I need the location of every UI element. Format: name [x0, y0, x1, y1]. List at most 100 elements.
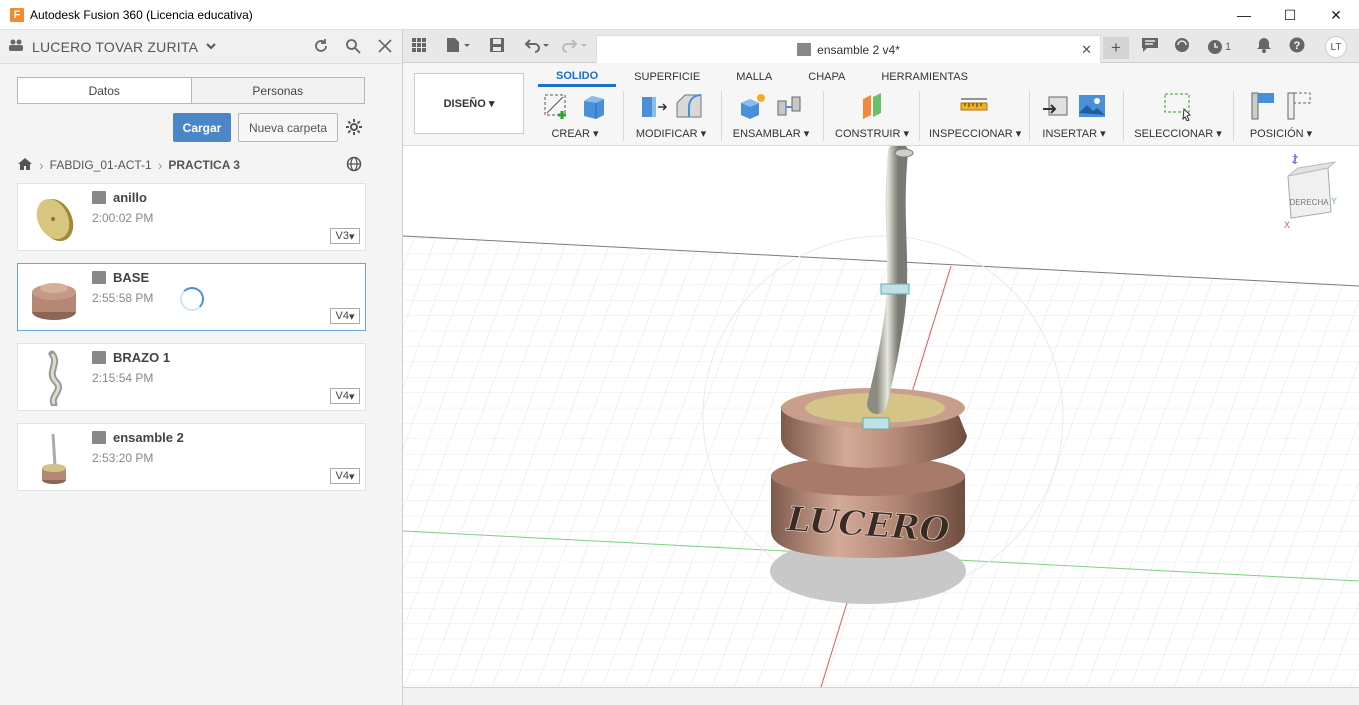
chevron-down-icon[interactable]	[206, 41, 216, 53]
document-title: ensamble 2 v4*	[817, 42, 900, 57]
data-panel-tabs: Datos Personas	[17, 77, 365, 104]
version-dropdown[interactable]: V3 ▾	[330, 228, 360, 244]
file-menu-icon[interactable]	[445, 37, 471, 57]
file-thumbnail	[26, 270, 82, 326]
close-window-button[interactable]: ✕	[1313, 0, 1359, 30]
toolbar-separator	[1029, 91, 1030, 141]
document-tabs-bar: ensamble 2 v4* ✕ + 1 ? LT	[403, 30, 1359, 63]
group-modificar[interactable]: MODIFICAR ▾	[633, 89, 709, 144]
group-crear[interactable]: CREAR ▾	[537, 89, 613, 144]
breadcrumb-folder: PRACTICA 3	[168, 158, 240, 172]
ribbon-toolbar: DISEÑO ▾ SOLIDO SUPERFICIE MALLA CHAPA H…	[403, 63, 1359, 146]
tab-chapa[interactable]: CHAPA	[790, 67, 863, 87]
group-insertar[interactable]: INSERTAR ▾	[1037, 89, 1111, 144]
refresh-icon[interactable]	[312, 37, 330, 55]
toolbar-separator	[1123, 91, 1124, 141]
group-label: CONSTRUIR ▾	[835, 128, 909, 140]
capture-position-icon	[1251, 92, 1274, 120]
close-tab-icon[interactable]: ✕	[1081, 42, 1092, 58]
team-name[interactable]: LUCERO TOVAR ZURITA	[32, 39, 198, 55]
home-icon[interactable]	[17, 157, 33, 174]
design-canvas[interactable]: LUCERO DERECHA Z Y X	[403, 146, 1359, 687]
view-cube[interactable]: DERECHA Z Y X	[1284, 154, 1337, 230]
file-name: ensamble 2	[113, 430, 184, 445]
timeline-bar[interactable]	[403, 687, 1359, 705]
new-component-icon	[741, 94, 765, 119]
new-folder-button[interactable]: Nueva carpeta	[238, 113, 338, 142]
notifications-icon[interactable]	[1256, 37, 1272, 57]
group-label: ENSAMBLAR ▾	[732, 128, 810, 140]
version-dropdown[interactable]: V4 ▾	[330, 308, 360, 324]
workspace-selector[interactable]: DISEÑO ▾	[414, 73, 524, 134]
title-bar: F Autodesk Fusion 360 (Licencia educativ…	[0, 0, 1359, 30]
group-inspeccionar[interactable]: INSPECCIONAR ▾	[929, 89, 1021, 144]
group-label: POSICIÓN ▾	[1249, 128, 1313, 140]
file-time: 2:53:20 PM	[92, 451, 154, 465]
group-label: SELECCIONAR ▾	[1134, 128, 1222, 140]
version-dropdown[interactable]: V4 ▾	[330, 388, 360, 404]
file-card-brazo[interactable]: BRAZO 1 2:15:54 PM V4 ▾	[17, 343, 366, 411]
tab-solido[interactable]: SOLIDO	[538, 67, 617, 87]
svg-text:?: ?	[1294, 40, 1301, 52]
tab-superficie[interactable]: SUPERFICIE	[616, 67, 718, 87]
window-title: Autodesk Fusion 360 (Licencia educativa)	[30, 7, 253, 22]
help-icon[interactable]: ?	[1289, 37, 1305, 57]
close-panel-icon[interactable]	[376, 37, 394, 55]
redo-icon[interactable]	[561, 37, 589, 57]
toolbar-separator	[721, 91, 722, 141]
tab-malla[interactable]: MALLA	[718, 67, 790, 87]
file-card-ensamble[interactable]: ensamble 2 2:53:20 PM V4 ▾	[17, 423, 366, 491]
create-sketch-icon	[544, 94, 566, 119]
breadcrumb-separator: ›	[157, 157, 163, 173]
canvas-viewport[interactable]: LUCERO DERECHA Z Y X	[403, 146, 1359, 687]
grid-menu-icon[interactable]	[411, 37, 427, 57]
maximize-button[interactable]: ☐	[1267, 0, 1313, 30]
group-construir[interactable]: CONSTRUIR ▾	[833, 89, 911, 144]
group-seleccionar[interactable]: SELECCIONAR ▾	[1133, 89, 1223, 144]
insert-derive-icon	[1043, 96, 1068, 116]
extrude-icon	[584, 96, 604, 119]
breadcrumb-project[interactable]: FABDIG_01-ACT-1	[50, 158, 152, 172]
component-icon	[92, 271, 106, 284]
avatar[interactable]: LT	[1325, 36, 1347, 58]
data-panel: LUCERO TOVAR ZURITA Datos Personas Carga…	[0, 30, 403, 705]
loading-spinner	[180, 287, 204, 311]
group-label: CREAR ▾	[551, 128, 599, 140]
toolbar-separator	[1233, 91, 1234, 141]
toolbar-separator	[823, 91, 824, 141]
file-thumbnail	[26, 350, 82, 408]
tab-datos[interactable]: Datos	[18, 78, 191, 103]
file-thumbnail	[26, 430, 82, 486]
toolbar-separator	[623, 91, 624, 141]
group-posicion[interactable]: POSICIÓN ▾	[1241, 89, 1321, 144]
search-icon[interactable]	[344, 37, 362, 55]
file-name: BRAZO 1	[113, 350, 171, 365]
comment-icon[interactable]	[1141, 37, 1159, 57]
tab-herramientas[interactable]: HERRAMIENTAS	[863, 67, 986, 87]
data-panel-header: LUCERO TOVAR ZURITA	[0, 30, 402, 64]
axis-z-label: Z	[1292, 155, 1298, 166]
minimize-button[interactable]: —	[1221, 0, 1267, 30]
file-name: anillo	[113, 190, 147, 205]
undo-icon[interactable]	[523, 37, 551, 57]
tab-personas[interactable]: Personas	[190, 78, 364, 103]
measure-icon	[960, 98, 988, 111]
save-icon[interactable]	[489, 37, 505, 57]
version-dropdown[interactable]: V4 ▾	[330, 468, 360, 484]
new-tab-button[interactable]: +	[1103, 37, 1129, 59]
component-icon	[92, 191, 106, 204]
file-card-anillo[interactable]: anillo 2:00:02 PM V3 ▾	[17, 183, 366, 251]
select-icon	[1164, 93, 1191, 121]
job-status[interactable]: 1	[1207, 37, 1231, 57]
breadcrumb: › FABDIG_01-ACT-1 › PRACTICA 3	[17, 156, 240, 174]
globe-icon[interactable]	[346, 156, 362, 176]
online-status-icon[interactable]	[1174, 37, 1190, 57]
joint-marker[interactable]	[880, 283, 910, 295]
group-ensamblar[interactable]: ENSAMBLAR ▾	[731, 89, 811, 144]
joint-marker[interactable]	[862, 417, 890, 430]
file-card-base[interactable]: BASE 2:55:58 PM V4 ▾	[17, 263, 366, 331]
gear-icon[interactable]	[345, 118, 363, 141]
document-tab[interactable]: ensamble 2 v4* ✕	[596, 35, 1101, 63]
upload-button[interactable]: Cargar	[173, 113, 231, 142]
fillet-icon	[676, 94, 702, 118]
